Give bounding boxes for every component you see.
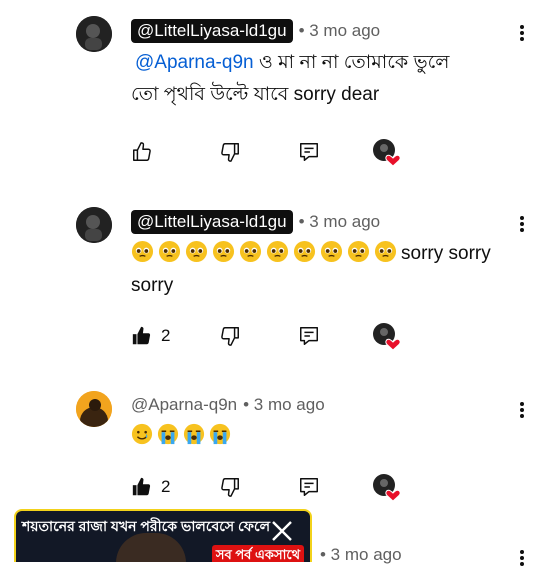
pleading-face-emoji [131, 240, 158, 264]
creator-heart [371, 473, 401, 503]
comment-header: @Aparna-q9n • 3 mo ago [131, 395, 325, 415]
promo-title: শয়তানের রাজা যখন পরীকে ভালবেসে ফেলে [22, 518, 270, 534]
comment-text-line: তো পৃথবি উল্টে যাবে sorry dear [131, 84, 380, 105]
avatar[interactable] [76, 391, 112, 427]
creator-heart-icon [373, 323, 401, 351]
author-handle[interactable]: @LittelLiyasa-ld1gu [131, 210, 293, 234]
reply-button[interactable] [298, 322, 320, 350]
thumbs-up-filled-icon [132, 477, 151, 496]
mention-link[interactable]: @Aparna-q9n [135, 52, 254, 73]
pleading-face-emoji [293, 240, 320, 264]
like-count: 2 [161, 326, 171, 345]
promo-overlay[interactable]: শয়তানের রাজা যখন পরীকে ভালবেসে ফেলে সব … [14, 509, 312, 562]
thumbs-down-icon [221, 143, 239, 162]
comment-actions: 2 [131, 473, 411, 503]
like-button[interactable]: 2 [131, 322, 170, 350]
comment-time: • 3 mo ago [298, 21, 381, 40]
reply-icon [300, 327, 318, 345]
reply-button[interactable] [298, 473, 320, 501]
avatar-image [76, 207, 112, 243]
comment-time: • 3 mo ago [320, 545, 402, 564]
creator-heart [371, 138, 401, 168]
pleading-face-emoji [239, 240, 266, 264]
avatar-image [76, 391, 112, 427]
crying-emoji [157, 423, 183, 446]
dislike-button[interactable] [219, 322, 241, 350]
pleading-face-emoji [374, 240, 401, 264]
promo-subtitle: সব পর্ব একসাথে [211, 545, 304, 562]
more-options-icon[interactable] [516, 400, 528, 420]
comment-header: @LittelLiyasa-ld1gu • 3 mo ago [131, 19, 380, 43]
more-options-icon[interactable] [516, 548, 528, 568]
reply-icon [300, 143, 318, 161]
creator-heart-icon [373, 139, 401, 167]
comment-time: • 3 mo ago [298, 212, 381, 231]
comment-actions: 2 [131, 322, 411, 352]
creator-heart [371, 322, 401, 352]
more-options-icon[interactable] [516, 23, 528, 43]
more-options-icon[interactable] [516, 214, 528, 234]
comment-text [131, 420, 521, 452]
creator-heart-icon [373, 474, 401, 502]
pleading-face-emoji [347, 240, 374, 264]
comment-time: • 3 mo ago [243, 395, 325, 414]
like-count: 2 [161, 477, 171, 496]
avatar[interactable] [76, 16, 112, 52]
reply-icon [300, 478, 318, 496]
crying-emoji [183, 423, 209, 446]
author-handle[interactable]: @LittelLiyasa-ld1gu [131, 19, 293, 43]
avatar[interactable] [76, 207, 112, 243]
comment-text: sorry sorry sorry [131, 238, 521, 302]
crying-emoji [209, 423, 235, 446]
thumbs-up-icon [133, 142, 151, 161]
thumbs-up-filled-icon [132, 326, 151, 345]
smiling-with-tear-emoji [131, 423, 157, 446]
comment-header: @LittelLiyasa-ld1gu • 3 mo ago [131, 210, 380, 234]
pleading-face-emoji [158, 240, 185, 264]
pleading-face-emoji [320, 240, 347, 264]
avatar-image [76, 16, 112, 52]
reply-button[interactable] [298, 138, 320, 166]
author-handle[interactable]: @Aparna-q9n [131, 395, 237, 415]
comment-text-line: sorry [131, 275, 174, 296]
like-button[interactable] [131, 138, 153, 166]
thumbs-down-icon [221, 327, 239, 346]
comment-text: @Aparna-q9n ও মা না না তোমাকে ভুলে তো পৃ… [131, 47, 521, 111]
close-icon[interactable] [268, 517, 296, 545]
comment-header: • 3 mo ago [314, 545, 402, 565]
dislike-button[interactable] [219, 473, 241, 501]
pleading-face-emoji [185, 240, 212, 264]
like-button[interactable]: 2 [131, 473, 170, 501]
pleading-face-emoji [212, 240, 239, 264]
comment-text-line: sorry sorry [401, 243, 491, 264]
thumbs-down-icon [221, 478, 239, 497]
dislike-button[interactable] [219, 138, 241, 166]
pleading-face-emoji [266, 240, 293, 264]
comment-actions [131, 138, 411, 168]
comment-text-line: ও মা না না তোমাকে ভুলে [253, 52, 450, 73]
pleading-emoji-row [131, 240, 401, 264]
